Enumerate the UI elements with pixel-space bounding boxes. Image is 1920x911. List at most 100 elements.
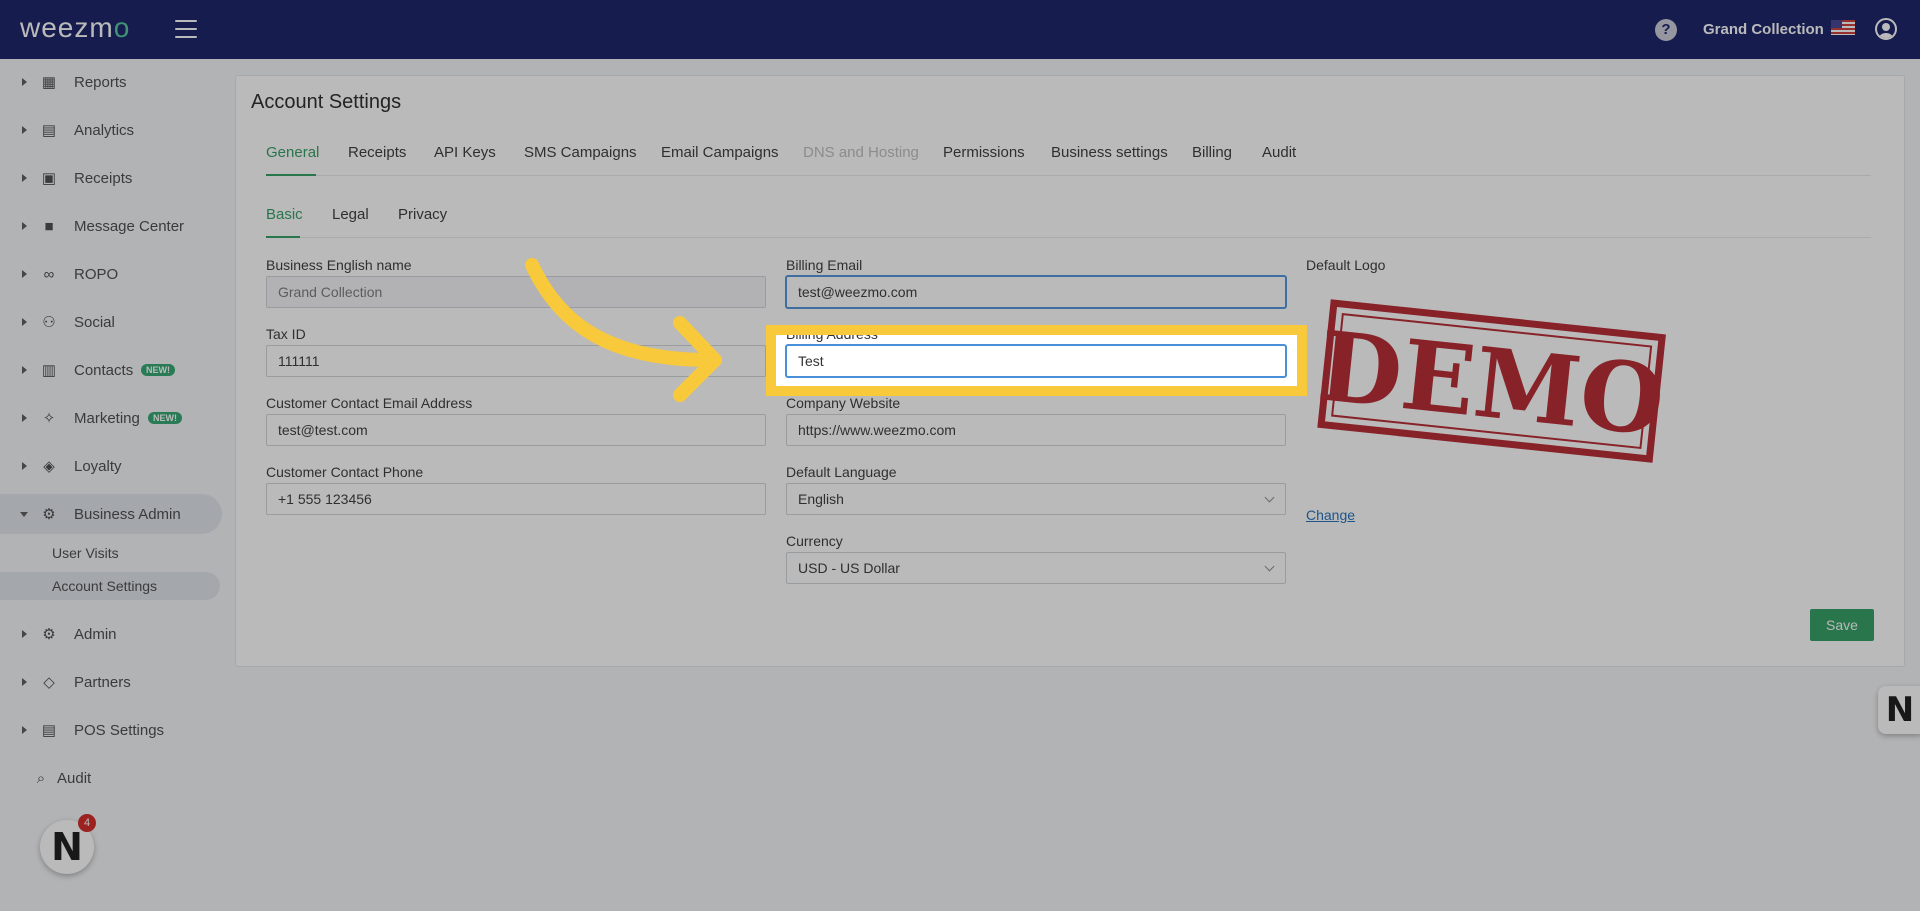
subtab-legal[interactable]: Legal (332, 206, 369, 223)
sidebar-item-pos-settings[interactable]: ▤ POS Settings (0, 710, 222, 750)
chart-icon: ▤ (41, 122, 57, 139)
subtabs-divider (266, 237, 1871, 238)
sidebar-subitem-user-visits[interactable]: User Visits (0, 539, 220, 567)
sidebar-item-audit[interactable]: ⌕ Audit (0, 758, 222, 798)
sidebar-item-reports[interactable]: ▦ Reports (0, 62, 222, 102)
default-language-value: English (798, 491, 844, 507)
subtab-basic[interactable]: Basic (266, 206, 303, 223)
sidebar-item-label: Audit (57, 769, 92, 787)
change-logo-link[interactable]: Change (1306, 507, 1355, 523)
save-button[interactable]: Save (1810, 609, 1874, 641)
contact-phone-input[interactable] (266, 483, 766, 515)
tab-audit[interactable]: Audit (1262, 144, 1296, 161)
sidebar-item-label: POS Settings (74, 721, 165, 739)
sidebar-item-label: Analytics (74, 121, 135, 139)
notification-badge: 4 (78, 814, 96, 832)
new-badge: NEW! (148, 412, 182, 424)
currency-value: USD - US Dollar (798, 560, 900, 576)
currency-select[interactable]: USD - US Dollar (786, 552, 1286, 584)
company-website-label: Company Website (786, 395, 901, 411)
user-account-icon[interactable] (1875, 18, 1897, 40)
help-icon[interactable]: ? (1655, 19, 1677, 41)
sidebar-item-social[interactable]: ⚇ Social (0, 302, 222, 342)
billing-address-input[interactable] (786, 345, 1286, 377)
infinity-icon: ∞ (43, 265, 55, 283)
subtab-privacy[interactable]: Privacy (398, 206, 447, 223)
sidebar-subitem-account-settings[interactable]: Account Settings (0, 572, 220, 600)
new-badge: NEW! (141, 364, 175, 376)
sidebar-item-label: ROPO (74, 265, 119, 283)
tab-business-settings[interactable]: Business settings (1051, 144, 1168, 161)
sidebar-item-ropo[interactable]: ∞ ROPO (0, 254, 222, 294)
chevron-down-icon (1264, 492, 1275, 503)
active-subtab-indicator (266, 236, 300, 238)
tag-icon: ◈ (43, 458, 55, 475)
tab-receipts[interactable]: Receipts (348, 144, 406, 161)
default-language-label: Default Language (786, 464, 897, 480)
gear-icon: ⚙ (42, 506, 56, 523)
business-name-label: Business English name (266, 257, 412, 273)
contact-email-input[interactable] (266, 414, 766, 446)
currency-label: Currency (786, 533, 843, 549)
chevron-down-icon (1264, 561, 1275, 572)
tabs-divider (266, 175, 1871, 176)
sidebar: ▦ Reports ▤ Analytics ▣ Receipts ■ Messa… (0, 59, 222, 911)
default-logo-label: Default Logo (1306, 257, 1386, 273)
sidebar-item-receipts[interactable]: ▣ Receipts (0, 158, 222, 198)
page-title: Account Settings (251, 91, 402, 113)
company-name[interactable]: Grand Collection (1703, 21, 1824, 38)
sidebar-item-analytics[interactable]: ▤ Analytics (0, 110, 222, 150)
sidebar-item-label: Admin (74, 625, 117, 643)
tab-general[interactable]: General (266, 144, 319, 161)
magnify-icon: ⌕ (36, 769, 46, 787)
active-tab-indicator (266, 174, 316, 176)
sidebar-item-label: Social (74, 313, 115, 331)
handshake-icon: ◇ (43, 674, 55, 691)
sidebar-item-loyalty[interactable]: ◈ Loyalty (0, 446, 222, 486)
business-name-input (266, 276, 766, 308)
tab-dns-hosting: DNS and Hosting (803, 144, 919, 161)
demo-logo-image: DEMO (1313, 299, 1669, 463)
receipt-icon: ▣ (41, 170, 57, 187)
sidebar-item-label: Business Admin (74, 505, 181, 523)
sidebar-item-contacts[interactable]: ▥ Contacts NEW! (0, 350, 222, 390)
dashboard-icon: ▦ (41, 74, 57, 91)
gears-icon: ⚙ (42, 626, 56, 643)
sidebar-item-marketing[interactable]: ✧ Marketing NEW! (0, 398, 222, 438)
chat-icon: ■ (44, 217, 54, 235)
megaphone-icon: ✧ (42, 410, 56, 427)
contact-phone-label: Customer Contact Phone (266, 464, 424, 480)
billing-address-label: Billing Address (786, 326, 878, 342)
billing-email-input[interactable] (786, 276, 1286, 308)
tab-api-keys[interactable]: API Keys (434, 144, 496, 161)
tab-sms-campaigns[interactable]: SMS Campaigns (524, 144, 637, 161)
sidebar-item-label: Partners (74, 673, 131, 691)
billing-email-label: Billing Email (786, 257, 863, 273)
sidebar-item-label: Contacts (74, 361, 134, 379)
sidebar-item-partners[interactable]: ◇ Partners (0, 662, 222, 702)
contact-email-label: Customer Contact Email Address (266, 395, 473, 411)
tab-billing[interactable]: Billing (1192, 144, 1232, 161)
contacts-icon: ▥ (41, 362, 57, 379)
weezmo-logo[interactable]: weezmo (20, 12, 130, 44)
tab-email-campaigns[interactable]: Email Campaigns (661, 144, 779, 161)
tax-id-input[interactable] (266, 345, 766, 377)
menu-icon[interactable] (175, 20, 197, 38)
sidebar-item-label: Reports (74, 73, 127, 91)
sidebar-item-business-admin[interactable]: ⚙ Business Admin (0, 494, 222, 534)
sidebar-item-label: Loyalty (74, 457, 122, 475)
helper-widget[interactable]: N (1878, 686, 1920, 734)
us-flag-icon[interactable] (1831, 20, 1855, 35)
people-icon: ⚇ (42, 314, 56, 331)
tab-permissions[interactable]: Permissions (943, 144, 1025, 161)
printer-icon: ▤ (41, 722, 57, 739)
default-language-select[interactable]: English (786, 483, 1286, 515)
sidebar-item-message-center[interactable]: ■ Message Center (0, 206, 222, 246)
sidebar-item-label: Message Center (74, 217, 185, 235)
sidebar-item-admin[interactable]: ⚙ Admin (0, 614, 222, 654)
sidebar-item-label: Marketing (74, 409, 140, 427)
top-bar: weezmo ? Grand Collection (0, 0, 1920, 59)
company-website-input[interactable] (786, 414, 1286, 446)
sidebar-item-label: Receipts (74, 169, 133, 187)
tax-id-label: Tax ID (266, 326, 306, 342)
